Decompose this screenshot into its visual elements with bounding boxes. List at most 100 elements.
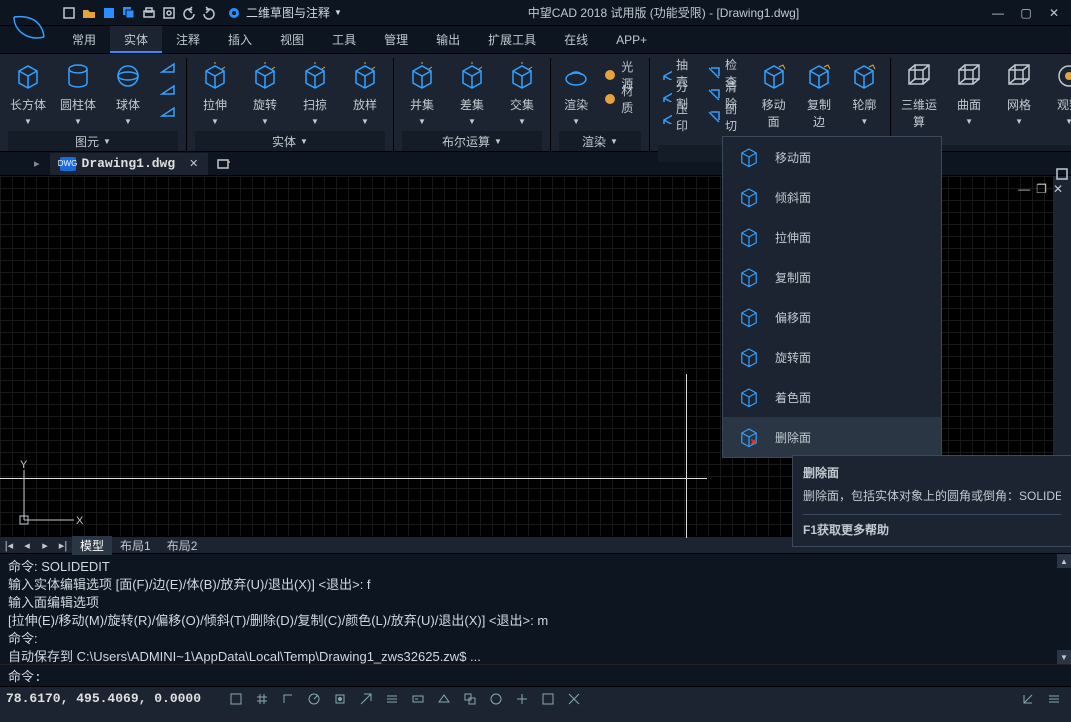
intersect-tool[interactable]: 交集▼ (502, 60, 542, 126)
status-lwt-button[interactable] (381, 689, 403, 709)
status-polar-button[interactable] (303, 689, 325, 709)
dropdown-taper-face[interactable]: 倾斜面 (723, 177, 941, 217)
preview-icon[interactable] (160, 4, 178, 22)
pin-icon[interactable]: ▸ (30, 157, 44, 170)
status-extra4-button[interactable] (563, 689, 585, 709)
imprint-item[interactable]: 0">压印 (658, 108, 697, 126)
undo-icon[interactable] (180, 4, 198, 22)
status-cycle-button[interactable] (459, 689, 481, 709)
status-model-button[interactable] (433, 689, 455, 709)
status-otrack-button[interactable] (355, 689, 377, 709)
dropdown-color-face[interactable]: 着色面 (723, 377, 941, 417)
scroll-up-button[interactable]: ▲ (1057, 554, 1071, 568)
menu-tab-5[interactable]: 工具 (318, 26, 370, 53)
maximize-button[interactable]: ▢ (1013, 4, 1039, 22)
status-extra2-button[interactable] (511, 689, 533, 709)
copy-edge-tool[interactable]: 复制边▼ (801, 60, 836, 143)
menu-tab-9[interactable]: 在线 (550, 26, 602, 53)
scroll-down-button[interactable]: ▼ (1057, 650, 1071, 664)
menu-tab-4[interactable]: 视图 (266, 26, 318, 53)
status-extra1-button[interactable] (485, 689, 507, 709)
status-ortho-button[interactable] (277, 689, 299, 709)
material-item[interactable]: 材质 (603, 90, 641, 108)
subtract-tool[interactable]: 差集▼ (452, 60, 492, 126)
extrude-face-icon (737, 225, 761, 249)
menu-tab-3[interactable]: 插入 (214, 26, 266, 53)
menu-tab-0[interactable]: 常用 (58, 26, 110, 53)
observe-tool[interactable]: 观察▼ (1049, 60, 1071, 126)
3dops-tool[interactable]: 三维运算▼ (899, 60, 939, 143)
union-tool[interactable]: 并集▼ (402, 60, 442, 126)
new-icon[interactable] (60, 4, 78, 22)
observe-tool-icon (1053, 60, 1071, 92)
surface-tool[interactable]: 曲面▼ (949, 60, 989, 126)
box-tool[interactable]: 长方体▼ (8, 60, 48, 126)
dropdown-delete-face[interactable]: 删除面 (723, 417, 941, 457)
layout-nav-next[interactable]: ▸ (36, 539, 54, 552)
dropdown-move-face[interactable]: 移动面 (723, 137, 941, 177)
layout-tab-0[interactable]: 模型 (72, 536, 112, 555)
layout-nav-first[interactable]: |◂ (0, 539, 18, 552)
minimize-button[interactable]: — (985, 4, 1011, 22)
menu-tab-10[interactable]: APP+ (602, 26, 661, 53)
command-input[interactable] (46, 668, 1063, 683)
layout-nav-prev[interactable]: ◂ (18, 539, 36, 552)
add-tab-button[interactable] (214, 156, 234, 172)
tooltip-footer: F1获取更多帮助 (803, 514, 1061, 538)
status-extra3-button[interactable] (537, 689, 559, 709)
layout-tab-2[interactable]: 布局2 (159, 536, 206, 555)
doc-close-button[interactable]: ✕ (1053, 182, 1063, 196)
app-logo[interactable] (0, 0, 56, 54)
panel-label-1: 实体▼ (195, 131, 385, 151)
silhouette-tool[interactable]: 轮廓▼ (847, 60, 882, 126)
close-button[interactable]: ✕ (1041, 4, 1067, 22)
loft-tool[interactable]: 放样▼ (345, 60, 385, 126)
open-icon[interactable] (80, 4, 98, 22)
menu-tab-1[interactable]: 实体 (110, 26, 162, 53)
dropdown-rotate-face[interactable]: 旋转面 (723, 337, 941, 377)
dropdown-copy-face[interactable]: 复制面 (723, 257, 941, 297)
section-item[interactable]: 剖切 (707, 108, 746, 126)
menu-tab-6[interactable]: 管理 (370, 26, 422, 53)
print-icon[interactable] (140, 4, 158, 22)
save-icon[interactable] (100, 4, 118, 22)
redo-icon[interactable] (200, 4, 218, 22)
coordinates-readout[interactable]: 78.6170, 495.4069, 0.0000 (6, 691, 201, 706)
status-dyn-button[interactable] (407, 689, 429, 709)
menu-tab-7[interactable]: 输出 (422, 26, 474, 53)
layout-tab-1[interactable]: 布局1 (112, 536, 159, 555)
workspace-selector[interactable]: 二维草图与注释 ▼ (226, 4, 342, 21)
status-snap-button[interactable] (225, 689, 247, 709)
torus-icon[interactable] (158, 104, 178, 120)
cylinder-tool-icon (62, 60, 94, 92)
status-grid-button[interactable] (251, 689, 273, 709)
move-face-tool[interactable]: 移动面▼ (756, 60, 791, 143)
status-osnap-button[interactable] (329, 689, 351, 709)
status-annoscale-button[interactable] (1017, 689, 1039, 709)
revolve-tool[interactable]: 旋转▼ (245, 60, 285, 126)
extrude-tool[interactable]: 拉伸▼ (195, 60, 235, 126)
command-history[interactable]: ▲ ▼ 命令: SOLIDEDIT输入实体编辑选项 [面(F)/边(E)/体(B… (0, 554, 1071, 664)
cleanup-item-icon (707, 87, 721, 103)
dropdown-offset-face[interactable]: 偏移面 (723, 297, 941, 337)
status-config-button[interactable] (1043, 689, 1065, 709)
sweep-tool[interactable]: 扫掠▼ (295, 60, 335, 126)
sphere-tool[interactable]: 球体▼ (108, 60, 148, 126)
layout-nav-last[interactable]: ▸| (54, 539, 72, 552)
cone-icon[interactable] (158, 82, 178, 98)
render-tool[interactable]: 渲染▼ (559, 60, 593, 126)
menu-tab-2[interactable]: 注释 (162, 26, 214, 53)
ribbon-panel-1: 拉伸▼旋转▼扫掠▼放样▼ 实体▼ (187, 58, 394, 151)
mesh-tool[interactable]: 网格▼ (999, 60, 1039, 126)
cylinder-tool[interactable]: 圆柱体▼ (58, 60, 98, 126)
tab-close-icon[interactable]: ✕ (189, 157, 198, 170)
wedge-icon[interactable] (158, 60, 178, 76)
box-tool-icon (12, 60, 44, 92)
side-tool-1[interactable] (1053, 165, 1071, 183)
file-tab[interactable]: DWG Drawing1.dwg ✕ (50, 153, 209, 175)
menu-tab-8[interactable]: 扩展工具 (474, 26, 550, 53)
dropdown-extrude-face[interactable]: 拉伸面 (723, 217, 941, 257)
doc-restore-button[interactable]: ❐ (1036, 182, 1047, 196)
doc-minimize-button[interactable]: — (1018, 182, 1030, 196)
saveall-icon[interactable] (120, 4, 138, 22)
